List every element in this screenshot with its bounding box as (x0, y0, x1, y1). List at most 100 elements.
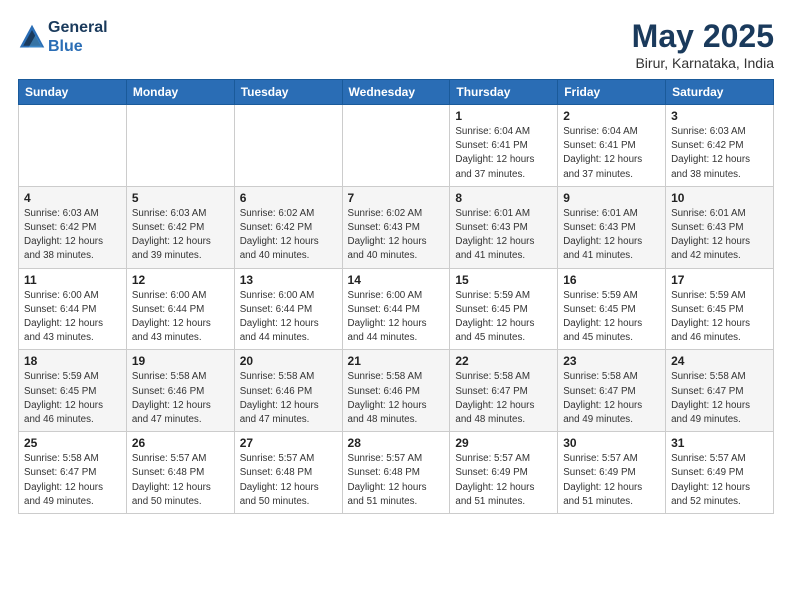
page: General Blue May 2025 Birur, Karnataka, … (0, 0, 792, 612)
calendar-week-row: 18Sunrise: 5:59 AM Sunset: 6:45 PM Dayli… (19, 350, 774, 432)
calendar-day-cell: 9Sunrise: 6:01 AM Sunset: 6:43 PM Daylig… (558, 186, 666, 268)
calendar-day-cell: 4 Sunrise: 6:03 AM Sunset: 6:42 PM Daylig… (19, 186, 127, 268)
day-number: 1 (455, 109, 552, 123)
calendar-empty-cell (126, 105, 234, 187)
day-info: Sunrise: 6:00 AM Sunset: 6:44 PM Dayligh… (240, 289, 337, 346)
calendar-week-row: 11 Sunrise: 6:00 AM Sunset: 6:44 PM Dayli… (19, 268, 774, 350)
day-info: Sunrise: 6:02 AM Sunset: 6:42 PM Dayligh… (240, 207, 337, 264)
day-info: Sunrise: 5:57 AM Sunset: 6:48 PM Dayligh… (132, 452, 229, 509)
calendar-day-cell: 2 Sunrise: 6:04 AM Sunset: 6:41 PM Daylig… (558, 105, 666, 187)
calendar-day-header: Tuesday (234, 80, 342, 105)
calendar-day-cell: 28 Sunrise: 5:57 AM Sunset: 6:48 PM Dayli… (342, 432, 450, 514)
day-number: 26 (132, 436, 229, 450)
day-number: 19 (132, 354, 229, 368)
day-info: Sunrise: 5:57 AM Sunset: 6:49 PM Dayligh… (563, 452, 660, 509)
day-info: Sunrise: 6:01 AM Sunset: 6:43 PM Dayligh… (455, 207, 552, 264)
day-info: Sunrise: 6:00 AM Sunset: 6:44 PM Dayligh… (132, 289, 229, 346)
calendar-day-cell: 18Sunrise: 5:59 AM Sunset: 6:45 PM Dayli… (19, 350, 127, 432)
day-info: Sunrise: 6:03 AM Sunset: 6:42 PM Dayligh… (24, 207, 121, 264)
day-number: 11 (24, 273, 121, 287)
day-number: 23 (563, 354, 660, 368)
calendar-day-cell: 14Sunrise: 6:00 AM Sunset: 6:44 PM Dayli… (342, 268, 450, 350)
calendar-day-cell: 13 Sunrise: 6:00 AM Sunset: 6:44 PM Dayli… (234, 268, 342, 350)
logo: General Blue (18, 18, 108, 56)
calendar-day-header: Monday (126, 80, 234, 105)
calendar-day-cell: 23 Sunrise: 5:58 AM Sunset: 6:47 PM Dayli… (558, 350, 666, 432)
day-number: 7 (348, 191, 445, 205)
day-number: 28 (348, 436, 445, 450)
calendar-day-cell: 31 Sunrise: 5:57 AM Sunset: 6:49 PM Dayli… (666, 432, 774, 514)
logo-text: General Blue (48, 18, 108, 56)
calendar-day-cell: 20 Sunrise: 5:58 AM Sunset: 6:46 PM Dayli… (234, 350, 342, 432)
day-info: Sunrise: 5:57 AM Sunset: 6:49 PM Dayligh… (671, 452, 768, 509)
logo-icon (18, 23, 46, 51)
calendar-day-cell: 19 Sunrise: 5:58 AM Sunset: 6:46 PM Dayli… (126, 350, 234, 432)
day-number: 12 (132, 273, 229, 287)
calendar-week-row: 25 Sunrise: 5:58 AM Sunset: 6:47 PM Dayli… (19, 432, 774, 514)
calendar-day-cell: 10 Sunrise: 6:01 AM Sunset: 6:43 PM Dayli… (666, 186, 774, 268)
day-number: 20 (240, 354, 337, 368)
calendar-empty-cell (234, 105, 342, 187)
day-number: 18 (24, 354, 121, 368)
day-number: 8 (455, 191, 552, 205)
calendar-day-cell: 3Sunrise: 6:03 AM Sunset: 6:42 PM Daylig… (666, 105, 774, 187)
calendar-table: SundayMondayTuesdayWednesdayThursdayFrid… (18, 79, 774, 514)
day-number: 31 (671, 436, 768, 450)
title-block: May 2025 Birur, Karnataka, India (632, 18, 774, 71)
calendar-week-row: 4 Sunrise: 6:03 AM Sunset: 6:42 PM Daylig… (19, 186, 774, 268)
day-number: 21 (348, 354, 445, 368)
calendar-day-cell: 24Sunrise: 5:58 AM Sunset: 6:47 PM Dayli… (666, 350, 774, 432)
calendar-day-cell: 16Sunrise: 5:59 AM Sunset: 6:45 PM Dayli… (558, 268, 666, 350)
day-info: Sunrise: 5:57 AM Sunset: 6:48 PM Dayligh… (240, 452, 337, 509)
day-info: Sunrise: 6:04 AM Sunset: 6:41 PM Dayligh… (455, 125, 552, 182)
day-info: Sunrise: 5:59 AM Sunset: 6:45 PM Dayligh… (455, 289, 552, 346)
calendar-day-cell: 5Sunrise: 6:03 AM Sunset: 6:42 PM Daylig… (126, 186, 234, 268)
day-info: Sunrise: 5:58 AM Sunset: 6:46 PM Dayligh… (132, 370, 229, 427)
calendar-day-cell: 30Sunrise: 5:57 AM Sunset: 6:49 PM Dayli… (558, 432, 666, 514)
calendar-day-cell: 22Sunrise: 5:58 AM Sunset: 6:47 PM Dayli… (450, 350, 558, 432)
day-number: 9 (563, 191, 660, 205)
day-number: 13 (240, 273, 337, 287)
day-info: Sunrise: 5:59 AM Sunset: 6:45 PM Dayligh… (671, 289, 768, 346)
day-number: 17 (671, 273, 768, 287)
calendar-day-cell: 1 Sunrise: 6:04 AM Sunset: 6:41 PM Daylig… (450, 105, 558, 187)
header: General Blue May 2025 Birur, Karnataka, … (18, 18, 774, 71)
calendar-day-header: Wednesday (342, 80, 450, 105)
day-info: Sunrise: 5:58 AM Sunset: 6:47 PM Dayligh… (24, 452, 121, 509)
day-number: 25 (24, 436, 121, 450)
day-info: Sunrise: 6:04 AM Sunset: 6:41 PM Dayligh… (563, 125, 660, 182)
day-number: 4 (24, 191, 121, 205)
day-number: 3 (671, 109, 768, 123)
calendar-empty-cell (19, 105, 127, 187)
calendar-day-cell: 6 Sunrise: 6:02 AM Sunset: 6:42 PM Daylig… (234, 186, 342, 268)
day-info: Sunrise: 5:57 AM Sunset: 6:48 PM Dayligh… (348, 452, 445, 509)
calendar-week-row: 1 Sunrise: 6:04 AM Sunset: 6:41 PM Daylig… (19, 105, 774, 187)
day-number: 22 (455, 354, 552, 368)
day-number: 2 (563, 109, 660, 123)
calendar-day-cell: 27Sunrise: 5:57 AM Sunset: 6:48 PM Dayli… (234, 432, 342, 514)
day-number: 10 (671, 191, 768, 205)
day-number: 24 (671, 354, 768, 368)
calendar-day-cell: 21 Sunrise: 5:58 AM Sunset: 6:46 PM Dayli… (342, 350, 450, 432)
calendar-day-cell: 12 Sunrise: 6:00 AM Sunset: 6:44 PM Dayli… (126, 268, 234, 350)
calendar-empty-cell (342, 105, 450, 187)
day-number: 15 (455, 273, 552, 287)
location: Birur, Karnataka, India (632, 55, 774, 71)
day-number: 14 (348, 273, 445, 287)
calendar-day-header: Saturday (666, 80, 774, 105)
calendar-day-header: Thursday (450, 80, 558, 105)
calendar-day-cell: 15 Sunrise: 5:59 AM Sunset: 6:45 PM Dayli… (450, 268, 558, 350)
calendar-day-header: Friday (558, 80, 666, 105)
day-info: Sunrise: 5:59 AM Sunset: 6:45 PM Dayligh… (563, 289, 660, 346)
calendar-day-cell: 29Sunrise: 5:57 AM Sunset: 6:49 PM Dayli… (450, 432, 558, 514)
day-number: 6 (240, 191, 337, 205)
day-number: 29 (455, 436, 552, 450)
day-info: Sunrise: 6:00 AM Sunset: 6:44 PM Dayligh… (24, 289, 121, 346)
day-info: Sunrise: 5:58 AM Sunset: 6:46 PM Dayligh… (240, 370, 337, 427)
day-info: Sunrise: 6:01 AM Sunset: 6:43 PM Dayligh… (671, 207, 768, 264)
calendar-day-cell: 8 Sunrise: 6:01 AM Sunset: 6:43 PM Daylig… (450, 186, 558, 268)
day-info: Sunrise: 5:58 AM Sunset: 6:46 PM Dayligh… (348, 370, 445, 427)
calendar-day-cell: 11 Sunrise: 6:00 AM Sunset: 6:44 PM Dayli… (19, 268, 127, 350)
calendar-day-header: Sunday (19, 80, 127, 105)
day-info: Sunrise: 5:58 AM Sunset: 6:47 PM Dayligh… (563, 370, 660, 427)
